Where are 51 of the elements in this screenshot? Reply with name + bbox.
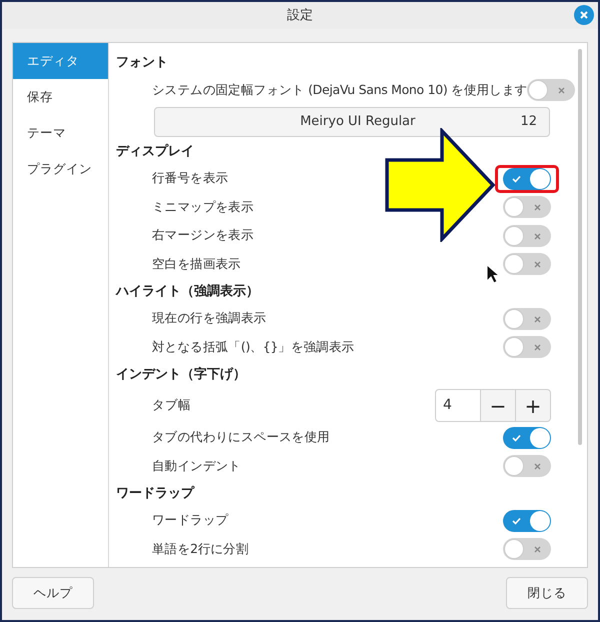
toggle-switch[interactable] <box>503 426 551 449</box>
sidebar-item[interactable]: プラグイン <box>13 151 108 187</box>
section-heading: フォント <box>116 54 168 72</box>
setting-label: ワードラップ <box>152 511 228 530</box>
toggle-switch[interactable] <box>503 308 551 330</box>
setting-label: 右マージンを表示 <box>152 226 254 244</box>
x-icon <box>534 344 541 352</box>
x-icon <box>534 546 541 554</box>
close-icon[interactable] <box>574 5 594 25</box>
setting-label: 対となる括弧「()、{}」を強調表示 <box>152 338 354 356</box>
setting-label: 単語を2行に分割 <box>152 540 249 558</box>
font-button[interactable]: Meiryo UI Regular 12 <box>154 106 550 136</box>
sidebar-item[interactable]: テーマ <box>13 115 108 151</box>
close-button[interactable]: 閉じる <box>506 577 588 609</box>
setting-label: 行番号を表示 <box>152 169 228 188</box>
x-icon <box>534 204 541 212</box>
setting-label: 自動インデント <box>152 456 241 475</box>
toggle-switch[interactable] <box>503 196 551 218</box>
mouse-cursor-icon <box>486 264 500 284</box>
check-icon <box>512 174 521 183</box>
increment-button[interactable]: + <box>516 389 551 422</box>
setting-label: 空白を描画表示 <box>152 254 241 273</box>
setting-label: 現在の行を強調表示 <box>152 309 266 328</box>
setting-label: タブの代わりにスペースを使用 <box>152 428 330 446</box>
toggle-switch[interactable] <box>527 79 576 102</box>
x-icon <box>534 232 541 240</box>
sidebar-item[interactable]: 保存 <box>13 79 108 115</box>
x-icon <box>558 87 566 94</box>
toggle-switch[interactable] <box>503 455 551 478</box>
section-heading: ワードラップ <box>116 484 194 503</box>
check-icon <box>512 434 521 442</box>
x-icon <box>534 316 541 323</box>
check-icon <box>512 516 521 525</box>
toggle-switch[interactable] <box>503 510 551 532</box>
setting-label: タブ幅 <box>152 396 191 414</box>
toggle-switch[interactable] <box>503 253 551 276</box>
number-field[interactable]: 4 <box>435 389 481 422</box>
decrement-button[interactable]: − <box>481 389 516 422</box>
toggle-switch[interactable] <box>503 538 551 560</box>
setting-label: ミニマップを表示 <box>152 198 254 216</box>
x-icon <box>534 463 541 470</box>
section-heading: ハイライト（強調表示） <box>116 282 259 301</box>
toggle-switch[interactable] <box>503 168 551 190</box>
x-icon <box>534 261 541 268</box>
help-button[interactable]: ヘルプ <box>12 577 94 609</box>
window-title: 設定 <box>287 6 313 25</box>
toggle-switch[interactable] <box>503 336 551 358</box>
toggle-switch[interactable] <box>503 224 551 247</box>
section-heading: ディスプレイ <box>116 142 194 161</box>
setting-label: システムの固定幅フォント (DejaVu Sans Mono 10) を使用します <box>152 80 528 99</box>
section-heading: インデント（字下げ） <box>116 366 246 384</box>
